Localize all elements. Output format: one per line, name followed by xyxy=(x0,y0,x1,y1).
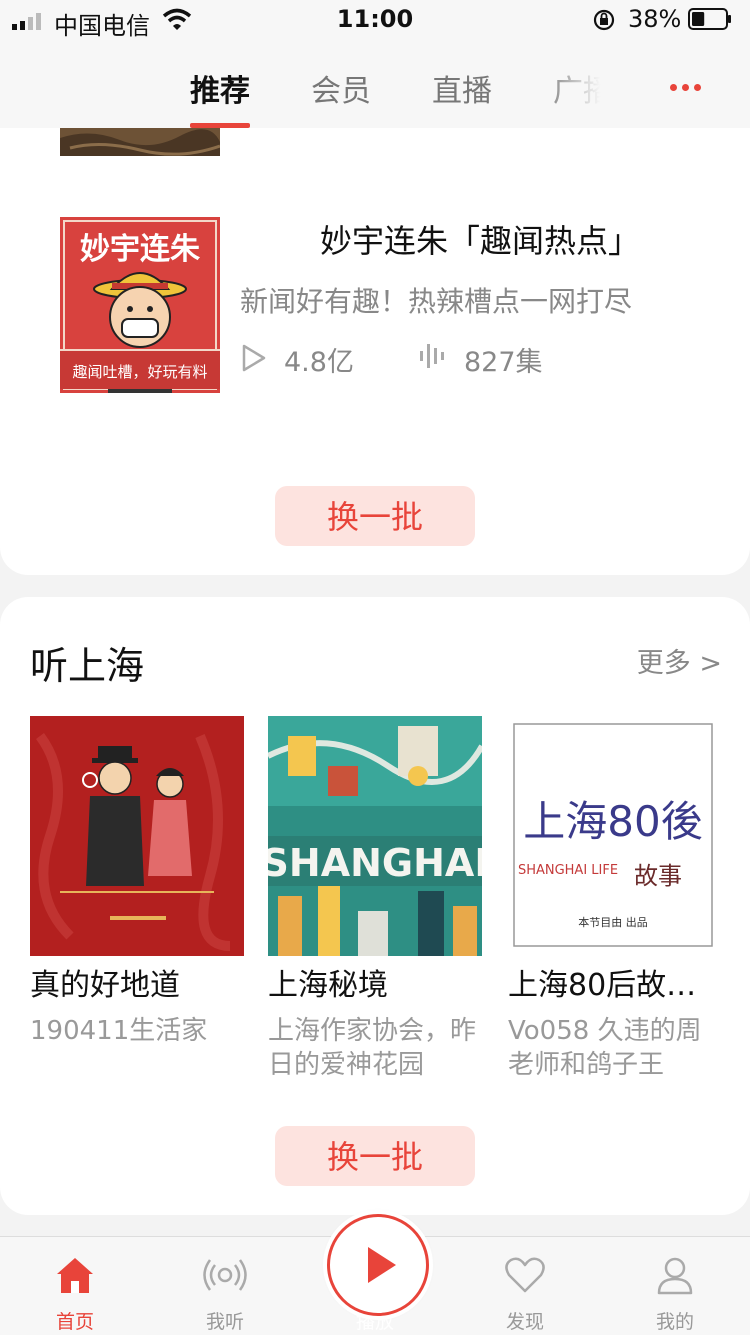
tab-recommend[interactable]: 推荐 xyxy=(190,66,250,110)
show-cover[interactable]: 妙宇连朱 趣闻吐槽，好玩有料 xyxy=(60,217,220,393)
list-item[interactable]: 上海80後 SHANGHAI LIFE 故事 本节目由 出品 上海80后故… V… xyxy=(508,716,722,1082)
cover-subtitle-text: 趣闻吐槽，好玩有料 xyxy=(72,363,207,381)
tab-fade xyxy=(540,40,650,128)
item-cover[interactable]: 上海80後 SHANGHAI LIFE 故事 本节目由 出品 xyxy=(508,716,722,956)
item-cover[interactable] xyxy=(30,716,244,956)
nav-home[interactable]: 首页 xyxy=(25,1237,125,1335)
recommend-card: 妙宇连朱 趣闻吐槽，好玩有料 妙宇连朱「趣闻热点」 新闻好有趣！热辣槽点一网打尽… xyxy=(0,60,750,575)
item-subtitle: Vo058 久违的周老师和鸽子王 xyxy=(508,1016,702,1080)
cover-title-text: 妙宇连朱 xyxy=(80,232,201,267)
rotation-lock-icon xyxy=(593,9,615,31)
cover-story-text: 故事 xyxy=(634,862,682,890)
active-tab-indicator xyxy=(190,123,250,128)
previous-show-cover[interactable] xyxy=(60,128,220,156)
user-icon xyxy=(657,1257,693,1295)
more-link[interactable]: 更多 > xyxy=(637,641,722,680)
item-title: 上海80后故… xyxy=(508,968,697,1003)
battery-percent: 38% xyxy=(628,5,682,33)
home-icon xyxy=(57,1258,93,1293)
show-title[interactable]: 妙宇连朱「趣闻热点」 xyxy=(320,216,640,262)
nav-label: 我听 xyxy=(205,1311,244,1333)
nav-label: 发现 xyxy=(505,1311,544,1333)
cover-english-text: SHANGHAI LIFE xyxy=(518,863,618,878)
play-icon xyxy=(368,1247,396,1283)
list-item[interactable]: 真的好地道 190411生活家 xyxy=(30,716,244,1048)
tab-member[interactable]: 会员 xyxy=(311,66,371,110)
show-description: 新闻好有趣！热辣槽点一网打尽 xyxy=(240,285,633,318)
shanghai-card: 听上海 更多 > 真的好地道 190411生活家 SHANGHAI 上海秘境 上… xyxy=(0,597,750,1215)
nav-label: 我的 xyxy=(655,1311,694,1333)
item-subtitle: 上海作家协会，昨日的爱神花园 xyxy=(268,1016,477,1080)
item-cover[interactable]: SHANGHAI xyxy=(268,716,482,956)
play-count-icon xyxy=(242,344,266,372)
broadcast-icon xyxy=(203,1259,247,1291)
nav-discover[interactable]: 发现 xyxy=(475,1237,575,1335)
cover-footer-text: 本节目由 出品 xyxy=(578,915,648,929)
refresh-button[interactable]: 换一批 xyxy=(275,486,475,546)
nav-listen[interactable]: 我听 xyxy=(175,1237,275,1335)
episode-count: 827集 xyxy=(464,347,543,378)
refresh-button[interactable]: 换一批 xyxy=(275,1126,475,1186)
cover-main-text: 上海80後 xyxy=(523,797,702,846)
item-title: 真的好地道 xyxy=(30,968,180,1003)
more-icon[interactable] xyxy=(670,76,710,91)
episodes-icon xyxy=(420,344,444,368)
cover-shanghai-text: SHANGHAI xyxy=(268,841,482,885)
play-button[interactable] xyxy=(327,1214,429,1316)
heart-icon xyxy=(505,1257,545,1293)
item-subtitle: 190411生活家 xyxy=(30,1016,208,1046)
section-title: 听上海 xyxy=(30,644,145,688)
play-count: 4.8亿 xyxy=(284,347,354,378)
nav-label: 首页 xyxy=(55,1311,94,1333)
nav-profile[interactable]: 我的 xyxy=(625,1237,725,1335)
battery-icon xyxy=(688,8,731,30)
item-title: 上海秘境 xyxy=(268,968,388,1003)
status-bar: 中国电信 11:00 38% xyxy=(0,0,750,40)
list-item[interactable]: SHANGHAI 上海秘境 上海作家协会，昨日的爱神花园 xyxy=(268,716,482,1082)
tab-live[interactable]: 直播 xyxy=(432,66,492,110)
top-tab-bar: 推荐 会员 直播 广播 xyxy=(0,40,750,128)
